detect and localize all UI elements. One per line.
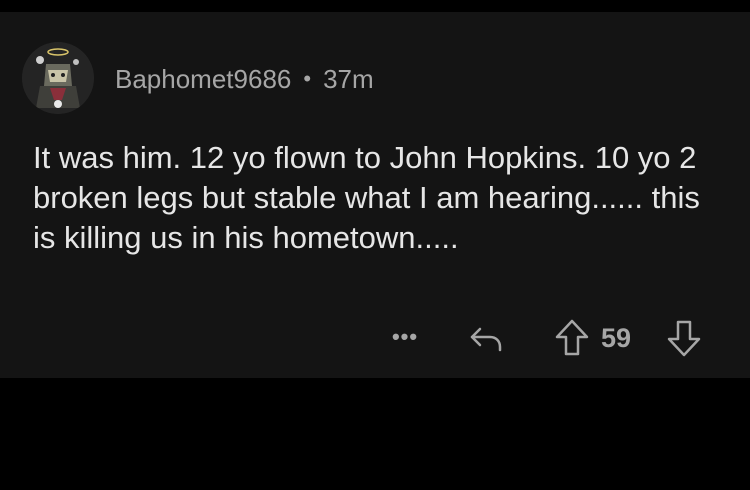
vote-count: 59 (601, 323, 632, 353)
comment-header: Baphomet9686 • 37m (115, 64, 374, 94)
upvote-button[interactable] (552, 316, 592, 360)
comment-body: It was him. 12 yo flown to John Hopkins.… (33, 140, 700, 255)
more-options-button[interactable]: ••• (387, 322, 423, 352)
author-username[interactable]: Baphomet9686 (115, 64, 291, 95)
user-avatar[interactable] (22, 42, 94, 114)
upvote-arrow-icon (555, 319, 589, 356)
avatar-illustration-icon (22, 42, 94, 114)
comment-timestamp: 37m (323, 63, 374, 94)
reply-button[interactable] (466, 318, 506, 358)
downvote-arrow-icon (667, 320, 701, 357)
downvote-button[interactable] (664, 316, 704, 360)
meta-separator: • (303, 66, 312, 91)
reply-arrow-icon (470, 327, 502, 352)
